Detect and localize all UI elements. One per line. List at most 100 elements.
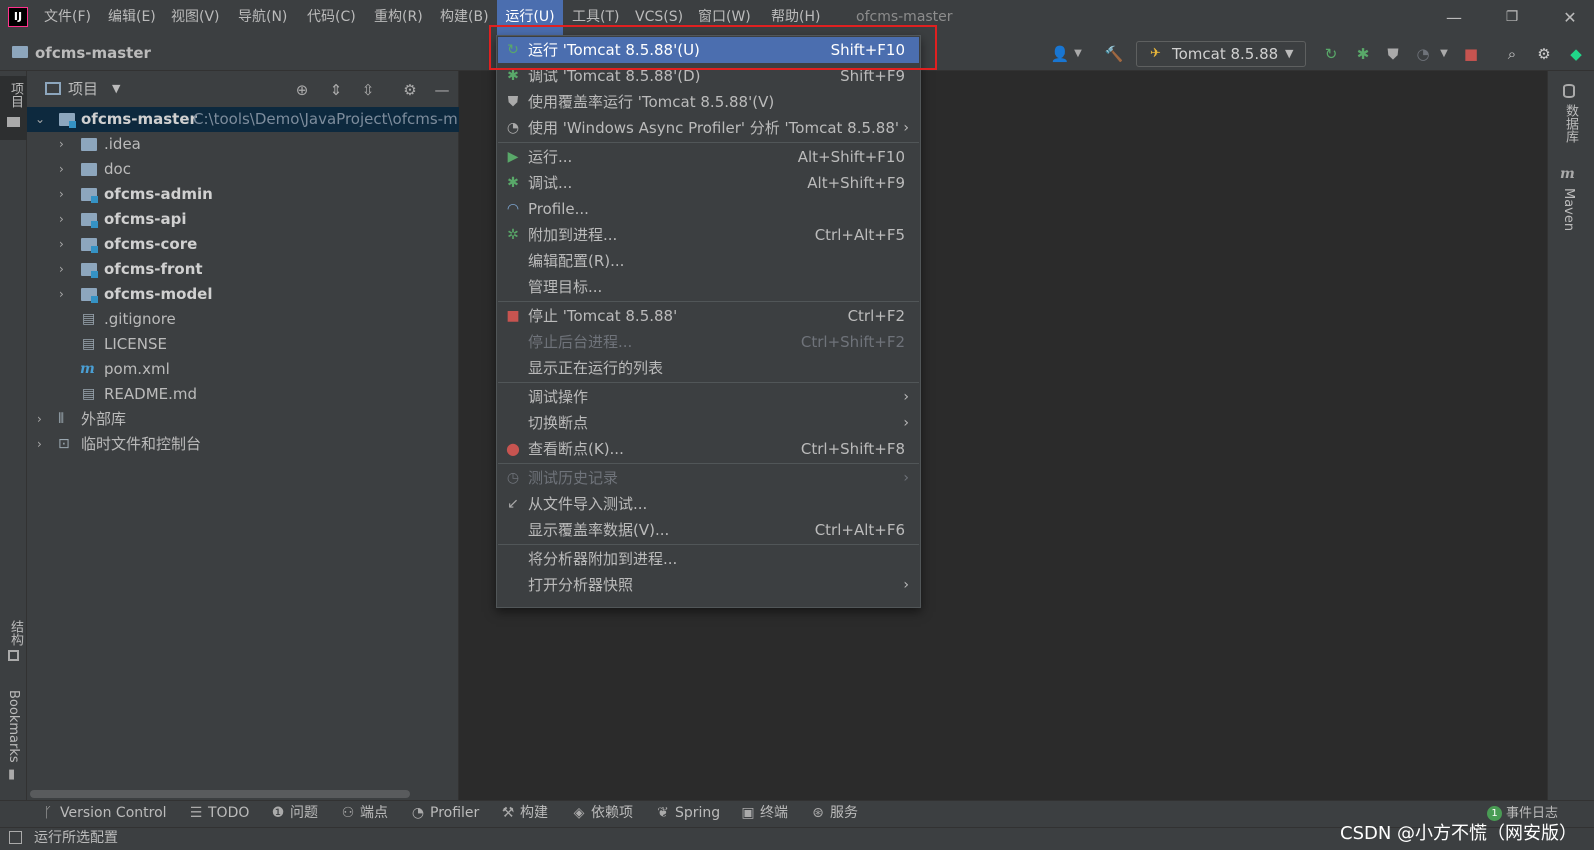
tree-row[interactable]: ▤ LICENSE [27, 332, 459, 357]
tool-build[interactable]: ⚒ 构建 [500, 800, 548, 827]
intellij-logo-icon[interactable]: IJ [8, 7, 28, 27]
restore-icon[interactable]: ❐ [1488, 0, 1536, 35]
breadcrumb-project[interactable]: ofcms-master [35, 35, 151, 71]
tool-todo[interactable]: ☰ TODO [188, 800, 250, 827]
menu-item-show-running[interactable]: 显示正在运行的列表 [498, 355, 919, 381]
menu-item-import-tests[interactable]: ↙ 从文件导入测试... [498, 491, 919, 517]
chevron-right-icon[interactable]: › [59, 232, 64, 257]
user-icon[interactable]: 👤 [1050, 44, 1070, 64]
tree-row[interactable]: m pom.xml [27, 357, 459, 382]
tool-problems[interactable]: ❶ 问题 [270, 800, 318, 827]
tree-label: ofcms-core [104, 235, 198, 253]
tool-tab-database[interactable]: 数据库 [1561, 104, 1580, 143]
profiler-run-icon[interactable]: ◔ [1413, 44, 1433, 64]
menu-item-debug-actions[interactable]: 调试操作 › [498, 384, 919, 410]
tool-label: Spring [675, 805, 721, 821]
chevron-right-icon[interactable]: › [59, 282, 64, 307]
tree-row[interactable]: › ofcms-api [27, 207, 459, 232]
tree-row[interactable]: › ofcms-admin [27, 182, 459, 207]
menu-item-label: 调试操作 [528, 388, 589, 406]
gear-icon[interactable]: ⚙ [1534, 44, 1554, 64]
chevron-right-icon[interactable]: › [59, 207, 64, 232]
coverage-icon[interactable]: ⛊ [1383, 44, 1403, 64]
profile-gauge-icon: ◠ [506, 201, 520, 217]
module-badge-icon [91, 246, 98, 253]
menu-item-run-dialog[interactable]: ▶ 运行... Alt+Shift+F10 [498, 144, 919, 170]
chevron-right-icon[interactable]: › [37, 432, 42, 457]
tool-dependencies[interactable]: ◈ 依赖项 [571, 800, 633, 827]
menu-item-stop-tomcat[interactable]: ■ 停止 'Tomcat 8.5.88' Ctrl+F2 [498, 303, 919, 329]
menu-item-profile[interactable]: ◠ Profile... [498, 196, 919, 222]
tool-endpoints[interactable]: ⚇ 端点 [340, 800, 388, 827]
jetbrains-toolbox-icon[interactable]: ◆ [1566, 44, 1586, 64]
menu-edit[interactable]: 编辑(E) [108, 0, 156, 35]
tree-row[interactable]: › ⦀ 外部库 [27, 407, 459, 432]
chevron-down-icon[interactable]: ▼ [1434, 44, 1454, 64]
close-icon[interactable]: ✕ [1546, 0, 1594, 35]
chevron-down-icon[interactable]: ⌄ [35, 107, 45, 132]
debug-icon[interactable]: ✱ [1353, 44, 1373, 64]
gear-icon[interactable]: ⚙ [400, 80, 420, 100]
tree-row[interactable]: ▤ README.md [27, 382, 459, 407]
menu-item-toggle-breakpoint[interactable]: 切换断点 › [498, 410, 919, 436]
tool-services[interactable]: ⊛ 服务 [810, 800, 858, 827]
minimize-icon[interactable]: — [1430, 0, 1478, 35]
menu-item-async-profiler[interactable]: ◔ 使用 'Windows Async Profiler' 分析 'Tomcat… [498, 115, 919, 141]
rerun-icon[interactable]: ↻ [1321, 44, 1341, 64]
tree-row-root[interactable]: ⌄ ofcms-master C:\tools\Demo\JavaProject… [27, 107, 459, 132]
chevron-right-icon[interactable]: › [59, 132, 64, 157]
collapse-all-icon[interactable]: ⇳ [358, 80, 378, 100]
menu-build[interactable]: 构建(B) [440, 0, 489, 35]
tree-row[interactable]: › ofcms-front [27, 257, 459, 282]
menu-code[interactable]: 代码(C) [307, 0, 356, 35]
chevron-right-icon[interactable]: › [59, 257, 64, 282]
menu-item-attach-profiler[interactable]: 将分析器附加到进程... [498, 546, 919, 572]
menu-item-attach-process[interactable]: ✲ 附加到进程... Ctrl+Alt+F5 [498, 222, 919, 248]
hammer-build-icon[interactable]: 🔨 [1104, 44, 1124, 64]
profiler-icon: ◔ [411, 805, 425, 821]
tool-label: 服务 [830, 805, 858, 821]
chevron-right-icon[interactable]: › [59, 157, 64, 182]
project-view-selector[interactable]: 项目 [68, 71, 98, 107]
menu-item-run-coverage[interactable]: ⛊ 使用覆盖率运行 'Tomcat 8.5.88'(V) [498, 89, 919, 115]
expand-all-icon[interactable]: ⇕ [326, 80, 346, 100]
tree-row[interactable]: › ⊡ 临时文件和控制台 [27, 432, 459, 457]
toggle-tool-windows-icon[interactable] [9, 831, 22, 844]
menu-item-label: 显示正在运行的列表 [528, 359, 664, 377]
tool-tab-structure[interactable]: 结构 [6, 620, 25, 646]
chevron-down-icon[interactable]: ▼ [112, 71, 120, 107]
locate-icon[interactable]: ⊕ [292, 80, 312, 100]
tree-row[interactable]: › .idea [27, 132, 459, 157]
tool-tab-maven[interactable]: Maven [1561, 188, 1576, 231]
menu-item-edit-configurations[interactable]: 编辑配置(R)... [498, 248, 919, 274]
tree-row[interactable]: › ofcms-core [27, 232, 459, 257]
tree-label: 外部库 [81, 410, 127, 428]
tool-profiler[interactable]: ◔ Profiler [410, 800, 479, 827]
menu-item-show-coverage[interactable]: 显示覆盖率数据(V)... Ctrl+Alt+F6 [498, 517, 919, 543]
menu-item-open-profiler-snapshot[interactable]: 打开分析器快照 › [498, 572, 919, 598]
menu-item-manage-targets[interactable]: 管理目标... [498, 274, 919, 300]
search-icon[interactable]: ⌕ [1502, 44, 1522, 64]
tool-label: 构建 [520, 805, 548, 821]
tree-row[interactable]: ▤ .gitignore [27, 307, 459, 332]
horizontal-scrollbar[interactable] [30, 790, 410, 798]
chevron-right-icon[interactable]: › [59, 182, 64, 207]
chevron-right-icon[interactable]: › [37, 407, 42, 432]
menu-navigate[interactable]: 导航(N) [238, 0, 287, 35]
tool-spring[interactable]: ❦ Spring [655, 800, 720, 827]
menu-view[interactable]: 视图(V) [171, 0, 220, 35]
folder-icon [81, 138, 97, 151]
menu-refactor[interactable]: 重构(R) [374, 0, 423, 35]
tool-tab-bookmarks[interactable]: Bookmarks [6, 690, 21, 763]
endpoints-icon: ⚇ [341, 805, 355, 821]
tool-version-control[interactable]: ᚴ Version Control [40, 800, 167, 827]
tool-terminal[interactable]: ▣ 终端 [740, 800, 788, 827]
tree-row[interactable]: › doc [27, 157, 459, 182]
chevron-down-icon[interactable]: ▼ [1068, 44, 1088, 64]
stop-icon[interactable]: ■ [1461, 44, 1481, 64]
tree-row[interactable]: › ofcms-model [27, 282, 459, 307]
menu-item-debug-dialog[interactable]: ✱ 调试... Alt+Shift+F9 [498, 170, 919, 196]
hide-panel-icon[interactable]: — [432, 80, 452, 100]
menu-item-view-breakpoints[interactable]: ● 查看断点(K)... Ctrl+Shift+F8 [498, 436, 919, 462]
menu-file[interactable]: 文件(F) [44, 0, 91, 35]
